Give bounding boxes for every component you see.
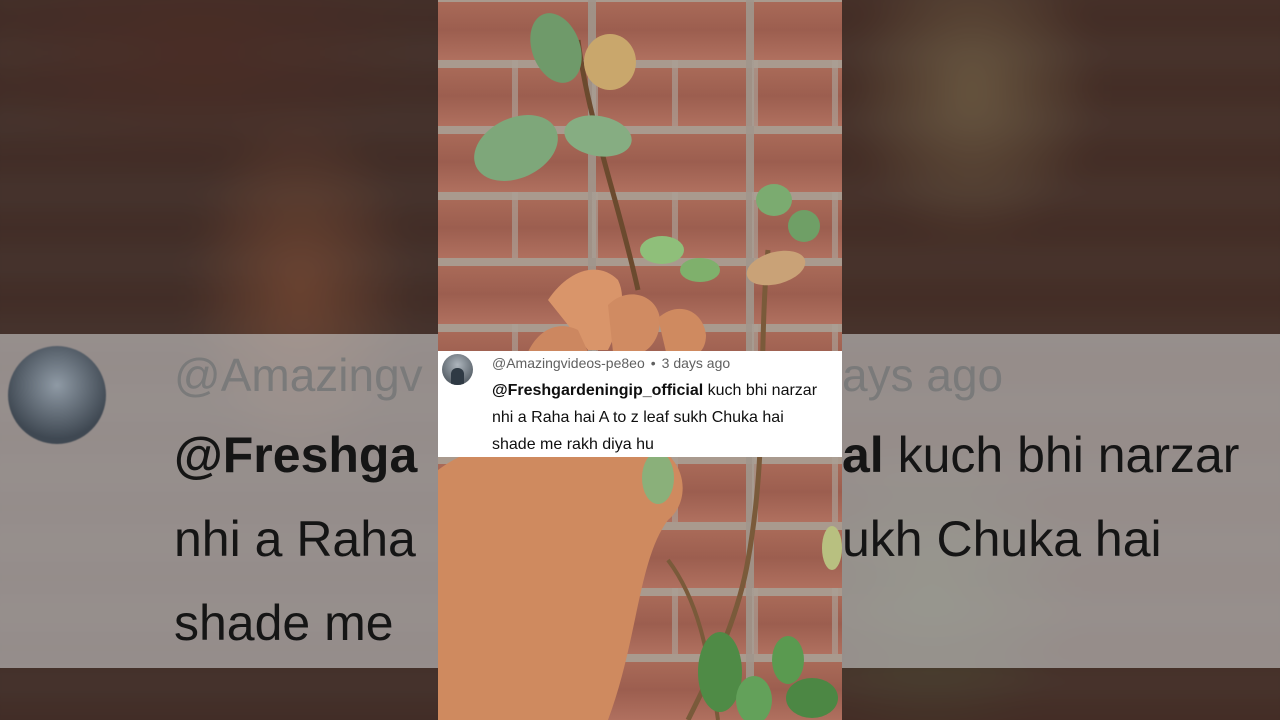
background-avatar <box>8 346 106 444</box>
background-line-2-left: nhi a Raha <box>174 511 416 567</box>
background-line-1-left: @Freshga <box>174 427 418 483</box>
comment-line-3: shade me rakh diya hu <box>492 436 654 453</box>
comment-time: 3 days ago <box>661 355 731 371</box>
comment-author[interactable]: @Amazingvideos-pe8eo <box>492 355 645 371</box>
background-line-2-right: ukh Chuka hai <box>842 511 1162 567</box>
meta-separator: • <box>650 355 656 371</box>
background-time: ays ago <box>842 349 1004 401</box>
background-line-1-right: al kuch bhi narzar <box>842 427 1240 483</box>
comment-body: @Freshgardeningip_official kuch bhi narz… <box>492 377 840 458</box>
comment-line-1: @Freshgardeningip_official kuch bhi narz… <box>492 377 840 404</box>
background-handle: @Amazingv <box>174 349 423 401</box>
comment-meta: @Amazingvideos-pe8eo • 3 days ago <box>492 355 730 371</box>
user-avatar-icon[interactable] <box>442 354 473 385</box>
comment-line-2: nhi a Raha hai A to z leaf sukh Chuka ha… <box>492 409 784 426</box>
comment-mention[interactable]: @Freshgardeningip_official <box>492 382 703 399</box>
comment-card[interactable]: @Amazingvideos-pe8eo • 3 days ago @Freshga… <box>438 351 842 457</box>
comment-line-1-text: kuch bhi narzar <box>703 382 818 399</box>
background-line-3-left: shade me <box>174 595 394 651</box>
